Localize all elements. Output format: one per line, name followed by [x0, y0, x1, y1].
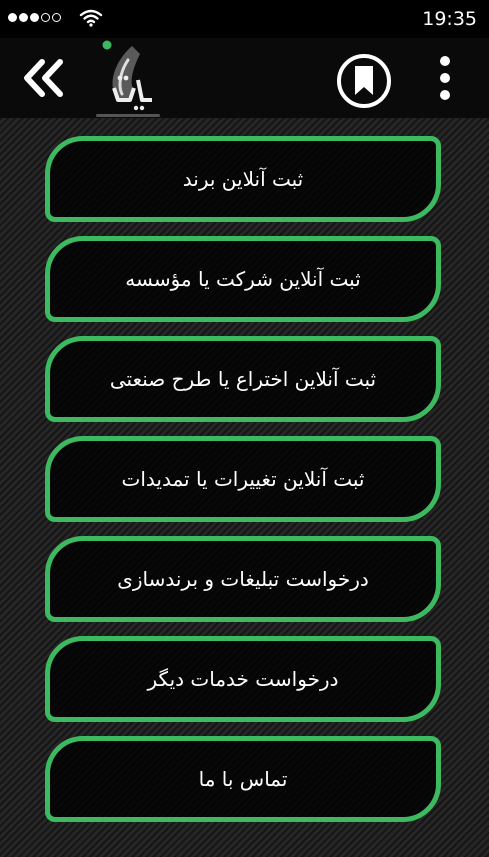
- menu-item-label: درخواست خدمات دیگر: [147, 667, 339, 691]
- other-services-button[interactable]: درخواست خدمات دیگر: [45, 636, 441, 722]
- menu-item-label: تماس با ما: [198, 767, 288, 791]
- contact-us-button[interactable]: تماس با ما: [45, 736, 441, 822]
- status-time: 19:35: [422, 8, 477, 30]
- double-chevron-left-icon[interactable]: [22, 58, 66, 98]
- menu-item-label: ثبت آنلاین تغییرات یا تمدیدات: [121, 467, 365, 491]
- menu-item-label: درخواست تبلیغات و برندسازی: [117, 567, 369, 591]
- app-bar: [0, 38, 489, 118]
- status-bar: 19:35: [0, 0, 489, 38]
- main-content: ثبت آنلاین برند ثبت آنلاین شرکت یا مؤسسه…: [0, 118, 489, 857]
- advertising-branding-button[interactable]: درخواست تبلیغات و برندسازی: [45, 536, 441, 622]
- wifi-icon: [79, 9, 103, 27]
- invention-registration-button[interactable]: ثبت آنلاین اختراع یا طرح صنعتی: [45, 336, 441, 422]
- menu-item-label: ثبت آنلاین برند: [182, 167, 304, 191]
- brand-registration-button[interactable]: ثبت آنلاین برند: [45, 136, 441, 222]
- menu-list: ثبت آنلاین برند ثبت آنلاین شرکت یا مؤسسه…: [45, 136, 441, 836]
- company-registration-button[interactable]: ثبت آنلاین شرکت یا مؤسسه: [45, 236, 441, 322]
- signal-strength-icon: [8, 13, 61, 22]
- menu-item-label: ثبت آنلاین اختراع یا طرح صنعتی: [109, 367, 377, 391]
- app-logo: [96, 40, 160, 117]
- menu-item-label: ثبت آنلاین شرکت یا مؤسسه: [125, 267, 361, 291]
- more-vert-icon[interactable]: [436, 55, 454, 101]
- bookmark-icon[interactable]: [336, 53, 392, 109]
- changes-renewals-button[interactable]: ثبت آنلاین تغییرات یا تمدیدات: [45, 436, 441, 522]
